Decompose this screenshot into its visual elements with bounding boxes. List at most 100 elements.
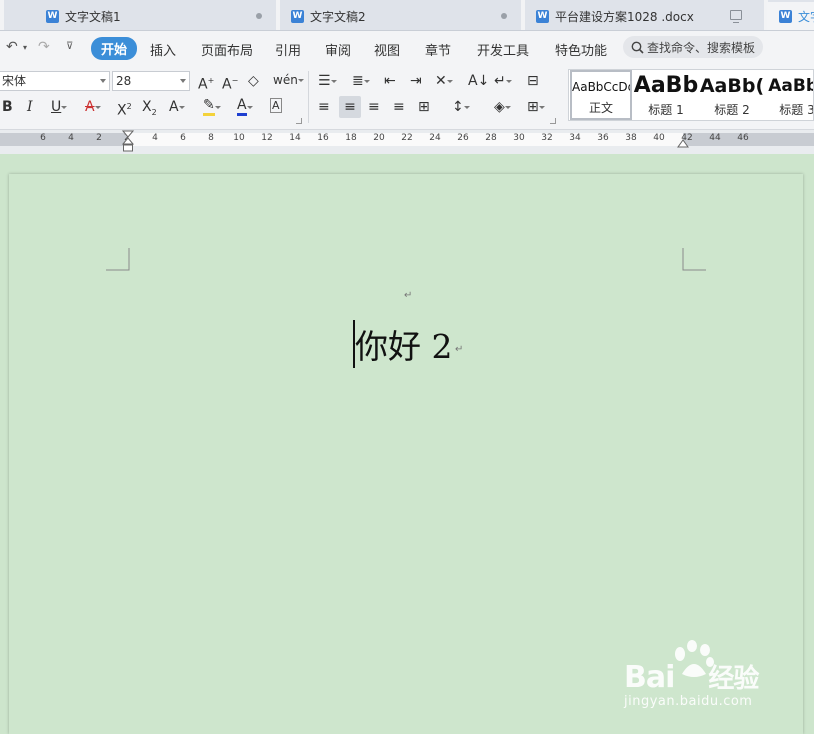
menu-chapter[interactable]: 章节: [425, 40, 451, 59]
ruler-tick-label: 46: [737, 133, 749, 143]
distribute-icon[interactable]: ⊞: [418, 98, 430, 116]
underline-icon[interactable]: U: [51, 98, 68, 116]
style-heading-3-sample: AaBb(: [768, 76, 813, 96]
font-name-value: 宋体: [2, 74, 27, 88]
style-heading-1-name: 标题 1: [648, 103, 684, 117]
right-indent-marker[interactable]: [677, 138, 689, 148]
ruler-tick-label: 40: [653, 133, 665, 143]
watermark-brand-cn: 经验: [708, 664, 759, 694]
ruler-tick-label: 14: [289, 133, 301, 143]
increase-indent-icon[interactable]: ⇥: [410, 72, 422, 90]
bold-icon[interactable]: B: [2, 98, 13, 116]
unsaved-dot-icon: [501, 13, 507, 19]
font-dialog-launcher[interactable]: [296, 118, 302, 124]
align-left-icon[interactable]: ≡: [318, 98, 330, 116]
ruler-tick-label: 30: [513, 133, 525, 143]
ribbon-divider: [308, 71, 309, 123]
font-size-value: 28: [116, 74, 132, 88]
superscript-icon[interactable]: X2: [117, 98, 132, 120]
pinyin-guide-icon[interactable]: wén: [273, 71, 304, 89]
ruler-tick-label: 28: [485, 133, 497, 143]
style-heading-2-sample: AaBb(: [699, 75, 765, 97]
tab-doc4-active[interactable]: W 文字: [767, 2, 814, 30]
customize-toolbar-icon[interactable]: ⊽: [66, 41, 73, 52]
bullet-list-icon[interactable]: ☰: [318, 72, 336, 90]
tab-doc3[interactable]: W 平台建设方案1028 .docx: [524, 2, 764, 30]
font-color-icon[interactable]: A: [237, 98, 252, 116]
align-right-icon[interactable]: ≡: [368, 98, 380, 116]
menu-review[interactable]: 审阅: [325, 40, 351, 59]
ruler-tick-label: 4: [68, 133, 74, 143]
tab-doc1[interactable]: W 文字文稿1: [34, 2, 276, 30]
char-border-icon[interactable]: A: [270, 98, 282, 113]
ruler-tick-label: 24: [429, 133, 441, 143]
table-tools-icon[interactable]: ⊟: [527, 72, 539, 90]
line-break-icon[interactable]: ↵: [494, 72, 512, 90]
ruler-tick-label: 32: [541, 133, 553, 143]
menu-developer[interactable]: 开发工具: [477, 40, 529, 59]
menu-view[interactable]: 视图: [374, 40, 400, 59]
unsaved-dot-icon: [256, 13, 262, 19]
justify-icon[interactable]: ≡: [393, 98, 405, 116]
italic-icon[interactable]: I: [27, 98, 33, 116]
chinese-layout-icon[interactable]: ✕: [435, 72, 453, 90]
style-heading-1-sample: AaBb: [633, 73, 699, 98]
paragraph-dialog-launcher[interactable]: [550, 118, 556, 124]
ruler-tick-label: 20: [373, 133, 385, 143]
ruler-tick-label: 36: [597, 133, 609, 143]
horizontal-ruler[interactable]: 6 4 2 2 4 6 8 10 12 14 16 18 20 22 24 26 28 30 32 34 36 38 40 4…: [0, 130, 814, 154]
style-heading-2[interactable]: AaBb( 标题 2: [699, 70, 765, 120]
strikethrough-icon[interactable]: A: [85, 98, 100, 116]
search-icon: [631, 41, 644, 54]
tab-doc2[interactable]: W 文字文稿2: [279, 2, 521, 30]
monitor-icon[interactable]: [730, 10, 742, 23]
tab-doc4-label: 文字: [798, 9, 814, 24]
styles-gallery: AaBbCcDd 正文 AaBb 标题 1 AaBb( 标题 2 AaBb( 标…: [568, 69, 814, 121]
style-heading-1[interactable]: AaBb 标题 1: [633, 70, 699, 120]
decrease-indent-icon[interactable]: ⇤: [384, 72, 396, 90]
ruler-tick-label: 6: [40, 133, 46, 143]
highlight-icon[interactable]: ✎: [203, 98, 221, 116]
menu-special-features[interactable]: 特色功能: [555, 40, 607, 59]
text-effect-icon[interactable]: A: [169, 98, 184, 116]
shading-icon[interactable]: ◈: [494, 98, 511, 116]
ruler-tick-label: 18: [345, 133, 357, 143]
line-spacing-icon[interactable]: ↕: [452, 98, 470, 116]
menu-page-layout[interactable]: 页面布局: [201, 40, 253, 59]
font-name-select[interactable]: 宋体: [0, 71, 110, 91]
tab-divider: [0, 0, 4, 30]
subscript-icon[interactable]: X2: [142, 98, 157, 122]
document-body-text[interactable]: 你好 2: [355, 320, 453, 368]
menu-home[interactable]: 开始: [91, 37, 138, 60]
align-center-icon[interactable]: ≡: [339, 96, 361, 118]
first-line-indent-marker[interactable]: [122, 130, 134, 154]
numbered-list-icon[interactable]: ≣: [352, 72, 370, 90]
redo-icon[interactable]: ↷: [38, 39, 50, 55]
watermark-brand-latin: Bai: [624, 660, 675, 695]
ruler-tick-label: 8: [208, 133, 214, 143]
ruler-tick-label: 6: [180, 133, 186, 143]
ruler-tick-label: 12: [261, 133, 273, 143]
style-normal[interactable]: AaBbCcDd 正文: [570, 70, 632, 120]
undo-icon[interactable]: ↶: [6, 39, 18, 55]
crop-mark-top-left: [106, 248, 130, 271]
wps-writer-icon: W: [46, 9, 59, 23]
tab-doc1-label: 文字文稿1: [65, 9, 121, 24]
menu-insert[interactable]: 插入: [150, 40, 176, 59]
grow-font-icon[interactable]: A+: [198, 72, 214, 94]
clear-format-icon[interactable]: ◇: [248, 72, 259, 90]
tab-doc3-label: 平台建设方案1028 .docx: [555, 9, 694, 24]
shrink-font-icon[interactable]: A−: [222, 72, 238, 94]
style-heading-3[interactable]: AaBb( 标题 3: [764, 70, 813, 120]
undo-dropdown-icon[interactable]: ▾: [23, 43, 27, 52]
borders-icon[interactable]: ⊞: [527, 98, 545, 116]
menu-references[interactable]: 引用: [275, 40, 301, 59]
command-search[interactable]: 查找命令、搜索模板: [623, 36, 763, 58]
menu-bar: ↶ ▾ ↷ ⊽ 开始 插入 页面布局 引用 审阅 视图 章节 开发工具 特色功能…: [0, 31, 814, 65]
font-size-select[interactable]: 28: [112, 71, 190, 91]
watermark-url: jingyan.baidu.com: [624, 694, 753, 709]
wps-writer-icon: W: [291, 9, 304, 23]
style-normal-sample: AaBbCcDd: [572, 80, 632, 94]
sort-icon[interactable]: A↓: [468, 72, 489, 90]
ruler-tick-label: 22: [401, 133, 413, 143]
